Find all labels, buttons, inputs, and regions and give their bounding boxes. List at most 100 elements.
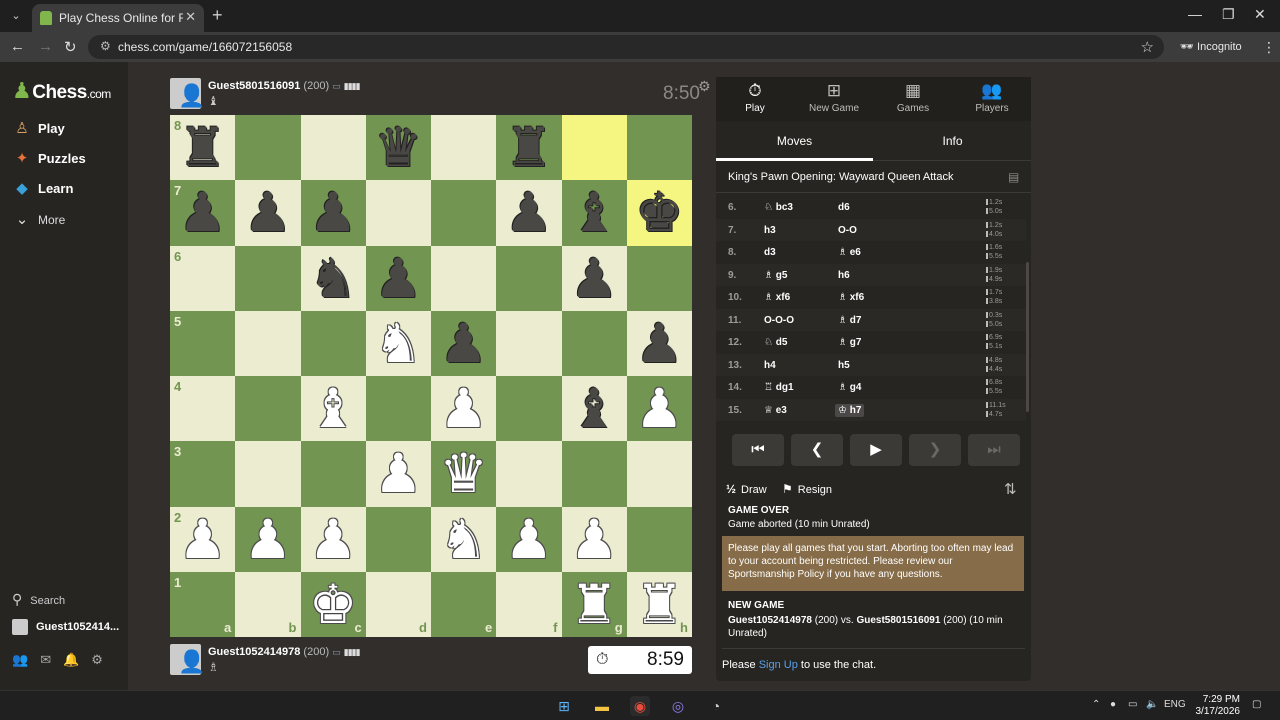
bell-icon[interactable]: 🔔 (63, 652, 79, 667)
black-move[interactable]: ♗ g7 (838, 337, 861, 348)
black-pawn-icon[interactable]: ♟ (562, 246, 627, 311)
tray-chevron-icon[interactable]: ⌃ (1092, 699, 1100, 710)
white-knight-icon[interactable]: ♞ (431, 507, 496, 572)
friends-icon[interactable]: 👥 (12, 652, 28, 667)
sidebar-item-learn[interactable]: ◆ Learn (12, 179, 73, 197)
square-f5[interactable] (496, 310, 562, 376)
black-move[interactable]: ♗ e6 (838, 247, 861, 258)
square-b6[interactable] (235, 245, 301, 311)
volume-icon[interactable]: 🔈 (1146, 699, 1158, 710)
messages-icon[interactable]: ✉ (40, 652, 51, 667)
black-king-icon[interactable]: ♚ (627, 180, 692, 245)
black-move[interactable]: ♗ g4 (838, 382, 861, 393)
square-e2[interactable]: ♞ (431, 506, 497, 572)
square-a4[interactable]: 4 (170, 376, 236, 442)
square-e4[interactable]: ♟ (431, 376, 497, 442)
opening-book-icon[interactable]: ▤ (1008, 170, 1019, 184)
language-indicator[interactable]: ENG (1164, 699, 1186, 710)
square-h5[interactable]: ♟ (626, 310, 692, 376)
new-game-player1[interactable]: Guest1052414978 (728, 615, 812, 626)
square-b5[interactable] (235, 310, 301, 376)
self-name[interactable]: Guest1052414978 (200) ▭ ▮▮▮▮ (208, 646, 361, 658)
square-a1[interactable]: 1a (170, 571, 236, 637)
square-g6[interactable]: ♟ (561, 245, 627, 311)
black-pawn-icon[interactable]: ♟ (431, 311, 496, 376)
tab-players[interactable]: 👥 Players (953, 81, 1031, 114)
sidebar-item-more[interactable]: ⌄ More (12, 210, 66, 228)
black-move[interactable]: h6 (838, 270, 850, 281)
square-c3[interactable] (300, 441, 366, 507)
square-g7[interactable]: ♝ (561, 180, 627, 246)
square-b4[interactable] (235, 376, 301, 442)
square-f3[interactable] (496, 441, 562, 507)
square-h6[interactable] (626, 245, 692, 311)
opponent-name[interactable]: Guest5801516091 (200) ▭ ▮▮▮▮ (208, 80, 361, 92)
white-rook-icon[interactable]: ♜ (627, 572, 692, 637)
black-bishop-icon[interactable]: ♝ (562, 376, 627, 441)
incognito-indicator[interactable]: 🕶 Incognito (1180, 40, 1242, 53)
white-pawn-icon[interactable]: ♟ (562, 507, 627, 572)
black-rook-icon[interactable]: ♜ (496, 115, 561, 180)
white-move[interactable]: d3 (764, 247, 776, 258)
site-info-icon[interactable]: ⚙ (100, 39, 111, 53)
tab-play[interactable]: ⏱ Play (716, 81, 794, 114)
flip-board-icon[interactable]: ⇅ (1004, 480, 1017, 498)
tab-info[interactable]: Info (874, 121, 1031, 161)
chrome-icon[interactable]: ◉ (630, 696, 650, 716)
black-pawn-icon[interactable]: ♟ (235, 180, 300, 245)
square-a7[interactable]: 7 ♟ (170, 180, 236, 246)
square-g1[interactable]: g ♜ (561, 571, 627, 637)
square-d1[interactable]: d (365, 571, 431, 637)
square-b1[interactable]: b (235, 571, 301, 637)
chesscom-logo[interactable]: ♟Chess.com (12, 78, 111, 104)
black-move[interactable]: ♗ d7 (838, 315, 861, 326)
square-e1[interactable]: e (431, 571, 497, 637)
square-d2[interactable] (365, 506, 431, 572)
self-avatar[interactable]: 👤 (170, 644, 205, 675)
white-queen-icon[interactable]: ♛ (431, 441, 496, 506)
notifications-icon[interactable]: ▢ (1252, 699, 1261, 710)
move-list-scrollbar[interactable] (1026, 262, 1029, 412)
square-g4[interactable]: ♝ (561, 376, 627, 442)
black-move[interactable]: O-O (838, 225, 857, 236)
close-window-button[interactable]: ✕ (1254, 6, 1266, 23)
black-move[interactable]: ♔ h7 (835, 403, 865, 417)
square-d7[interactable] (365, 180, 431, 246)
square-d8[interactable]: ♛ (365, 115, 431, 181)
sidebar-user[interactable]: Guest1052414... (12, 619, 119, 635)
square-f1[interactable]: f (496, 571, 562, 637)
new-tab-button[interactable]: + (212, 5, 223, 26)
browser-menu-icon[interactable]: ⋮ (1262, 39, 1276, 56)
tab-close-icon[interactable]: ✕ (185, 9, 196, 25)
square-c8[interactable] (300, 115, 366, 181)
recorder-icon[interactable]: ◔ (706, 696, 726, 716)
forward-button[interactable]: → (38, 38, 53, 55)
white-pawn-icon[interactable]: ♟ (496, 507, 561, 572)
square-a2[interactable]: 2 ♟ (170, 506, 236, 572)
square-e7[interactable] (431, 180, 497, 246)
square-h4[interactable]: ♟ (626, 376, 692, 442)
tab-search-button[interactable]: ⌄ (6, 6, 26, 26)
square-a3[interactable]: 3 (170, 441, 236, 507)
black-bishop-icon[interactable]: ♝ (562, 180, 627, 245)
app-icon[interactable]: ◎ (668, 696, 688, 716)
restore-button[interactable]: ❐ (1222, 6, 1235, 23)
chess-board[interactable]: 8 ♜ ♛ ♜ 7 ♟ ♟ ♟ ♟ ♝ ♚ 6 ♞ ♟ ♟ 5 ♞ ♟ ♟ 4 ♝ ♟ ♝ ♟ 3 ♟ ♛ 2 ♟ ♟ ♟ ♞ ♟ ♟ 1 a b c ♚ d… (170, 115, 692, 637)
white-move[interactable]: ♗ g5 (764, 270, 787, 281)
square-f2[interactable]: ♟ (496, 506, 562, 572)
tab-games[interactable]: ▦ Games (874, 81, 952, 114)
white-pawn-icon[interactable]: ♟ (366, 441, 431, 506)
square-a8[interactable]: 8 ♜ (170, 115, 236, 181)
square-c7[interactable]: ♟ (300, 180, 366, 246)
white-pawn-icon[interactable]: ♟ (170, 507, 235, 572)
white-bishop-icon[interactable]: ♝ (301, 376, 366, 441)
black-move[interactable]: h5 (838, 360, 850, 371)
black-pawn-icon[interactable]: ♟ (366, 246, 431, 311)
sidebar-item-play[interactable]: ♙ Play (12, 119, 64, 137)
sign-up-link[interactable]: Sign Up (759, 659, 798, 671)
white-rook-icon[interactable]: ♜ (562, 572, 627, 637)
square-h3[interactable] (626, 441, 692, 507)
play-button[interactable]: ▶ (850, 434, 902, 466)
square-e8[interactable] (431, 115, 497, 181)
square-d5[interactable]: ♞ (365, 310, 431, 376)
